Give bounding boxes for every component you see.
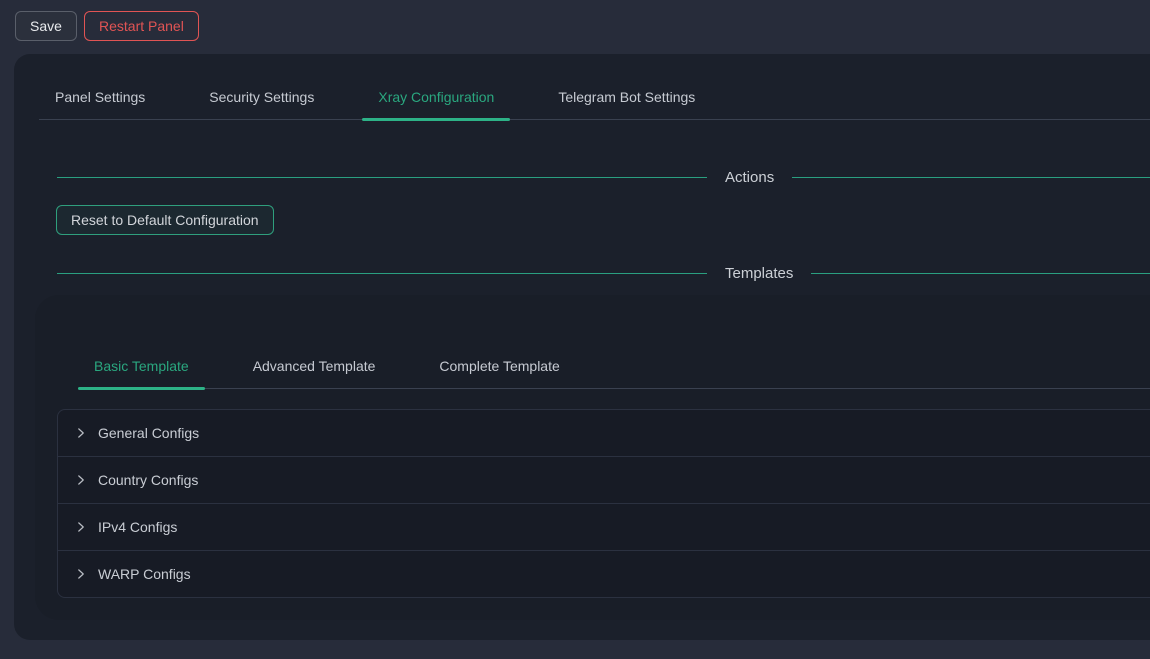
collapse-item-ipv4-configs: IPv4 Configs <box>58 503 1150 550</box>
ipv4-configs-header[interactable]: IPv4 Configs <box>58 504 1150 550</box>
settings-tabs: Panel Settings Security Settings Xray Co… <box>39 75 1150 120</box>
topbar: Save Restart Panel <box>0 0 1150 54</box>
actions-divider-label: Actions <box>725 169 774 186</box>
tab-complete-template[interactable]: Complete Template <box>423 344 575 388</box>
general-configs-header[interactable]: General Configs <box>58 410 1150 456</box>
collapse-header-label: General Configs <box>98 425 199 441</box>
collapse-item-general-configs: General Configs <box>58 410 1150 456</box>
collapse-item-warp-configs: WARP Configs <box>58 550 1150 597</box>
template-configs-collapse: General Configs Country Configs IPv4 Con… <box>57 409 1150 598</box>
warp-configs-header[interactable]: WARP Configs <box>58 551 1150 597</box>
restart-panel-button[interactable]: Restart Panel <box>84 11 199 41</box>
template-tabs: Basic Template Advanced Template Complet… <box>78 344 1150 389</box>
divider-line <box>792 177 1150 178</box>
tab-xray-configuration[interactable]: Xray Configuration <box>362 75 510 119</box>
divider-line <box>811 273 1150 274</box>
chevron-right-icon <box>75 521 87 533</box>
collapse-header-label: IPv4 Configs <box>98 519 177 535</box>
tab-panel-settings[interactable]: Panel Settings <box>39 75 161 119</box>
chevron-right-icon <box>75 568 87 580</box>
settings-card: Panel Settings Security Settings Xray Co… <box>14 54 1150 640</box>
tab-telegram-bot-settings[interactable]: Telegram Bot Settings <box>542 75 711 119</box>
chevron-right-icon <box>75 427 87 439</box>
collapse-item-country-configs: Country Configs <box>58 456 1150 503</box>
actions-divider: Actions <box>57 165 1150 189</box>
templates-divider-label: Templates <box>725 265 793 282</box>
tab-advanced-template[interactable]: Advanced Template <box>237 344 392 388</box>
chevron-right-icon <box>75 474 87 486</box>
tab-security-settings[interactable]: Security Settings <box>193 75 330 119</box>
collapse-header-label: WARP Configs <box>98 566 191 582</box>
divider-line <box>57 273 707 274</box>
templates-divider: Templates <box>57 261 1150 285</box>
country-configs-header[interactable]: Country Configs <box>58 457 1150 503</box>
collapse-header-label: Country Configs <box>98 472 198 488</box>
reset-default-configuration-button[interactable]: Reset to Default Configuration <box>56 205 274 235</box>
tab-basic-template[interactable]: Basic Template <box>78 344 205 388</box>
templates-card: Basic Template Advanced Template Complet… <box>35 295 1150 620</box>
save-button[interactable]: Save <box>15 11 77 41</box>
divider-line <box>57 177 707 178</box>
